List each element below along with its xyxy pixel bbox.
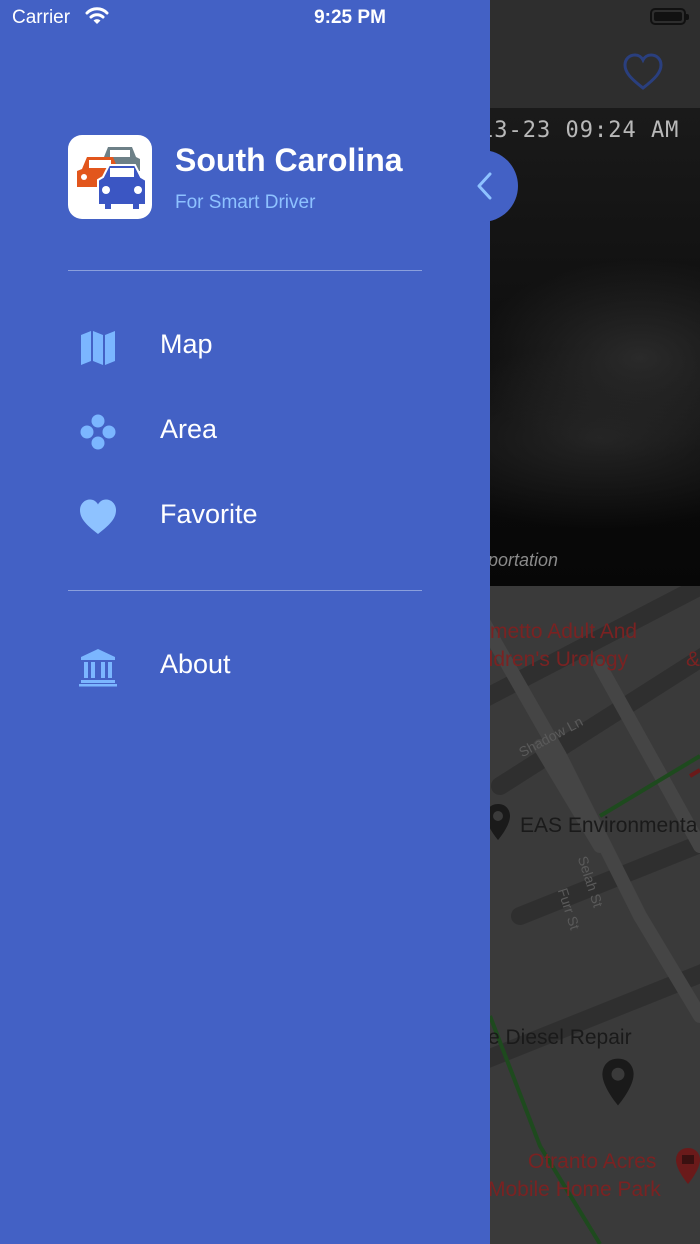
institution-icon [79, 649, 117, 687]
heart-icon [80, 499, 116, 534]
menu-item-label: Favorite [160, 499, 258, 529]
map-pin-icon[interactable] [598, 1056, 638, 1108]
camera-timestamp: 13-23 09:24 AM [480, 118, 680, 143]
map-icon [81, 331, 115, 365]
camera-credit: portation [488, 550, 559, 570]
menu-item-label: About [160, 649, 231, 679]
map-poi-label: metto Adult And [490, 620, 638, 643]
menu-item-label: Map [160, 329, 213, 359]
chevron-left-icon [477, 172, 492, 200]
menu-item-favorite[interactable]: Favorite [68, 485, 422, 547]
map-pin-icon[interactable] [674, 1144, 700, 1188]
map-poi-label: Otranto Acres [528, 1150, 657, 1173]
favorite-heart-icon[interactable] [622, 52, 664, 92]
app-logo-icon [68, 135, 152, 219]
divider [68, 270, 422, 271]
menu-item-about[interactable]: About [68, 635, 422, 697]
app-title: South Carolina [175, 142, 403, 178]
app-subtitle: For Smart Driver [175, 192, 316, 213]
menu-item-area[interactable]: Area [68, 400, 422, 462]
battery-icon [650, 8, 689, 25]
status-bar: Carrier 9:25 PM [0, 0, 700, 36]
map-poi-label: Mobile Home Park [488, 1178, 661, 1201]
map-poi-label: e Diesel Repair [488, 1026, 632, 1049]
area-dots-icon [80, 414, 116, 450]
map-poi-label: ildren's Urology [484, 648, 629, 671]
status-time: 9:25 PM [314, 7, 386, 28]
divider [68, 590, 422, 591]
menu-item-label: Area [160, 414, 218, 444]
side-drawer: South Carolina For Smart Driver Map Area… [0, 0, 490, 1244]
map-poi-label: & [686, 648, 700, 671]
menu-item-map[interactable]: Map [68, 315, 422, 377]
map-poi-label: EAS Environmenta [520, 814, 698, 837]
